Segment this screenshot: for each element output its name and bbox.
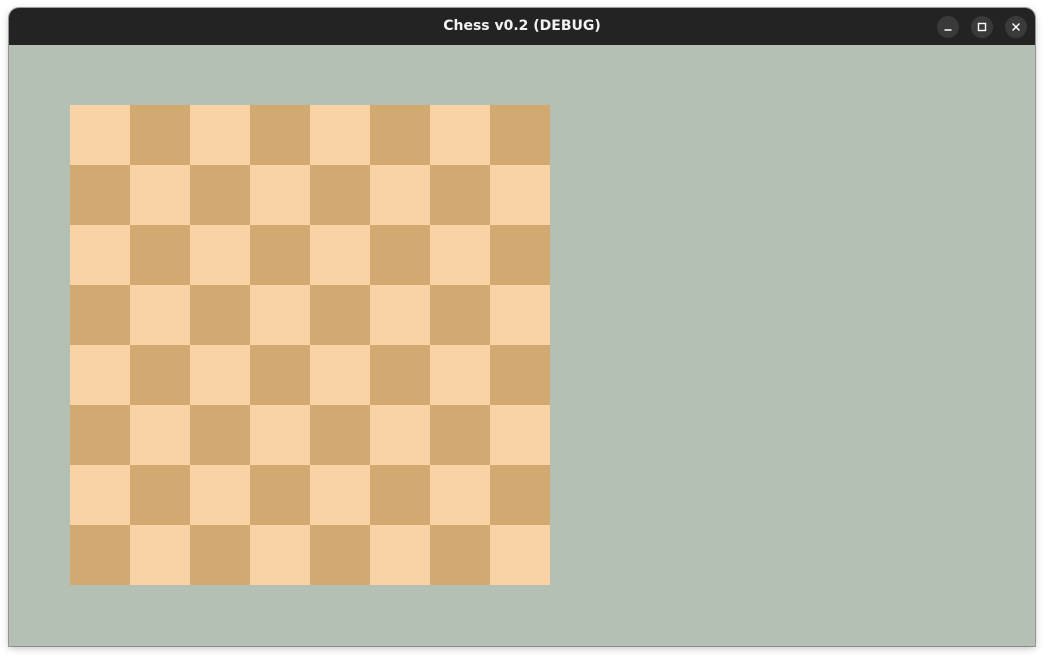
square-a5[interactable] (70, 285, 130, 345)
square-c7[interactable] (190, 165, 250, 225)
square-a8[interactable] (70, 105, 130, 165)
square-d4[interactable] (250, 345, 310, 405)
square-h3[interactable] (490, 405, 550, 465)
square-f7[interactable] (370, 165, 430, 225)
window-title: Chess v0.2 (DEBUG) (443, 18, 601, 34)
square-h4[interactable] (490, 345, 550, 405)
square-b2[interactable] (130, 465, 190, 525)
square-b6[interactable] (130, 225, 190, 285)
square-d8[interactable] (250, 105, 310, 165)
square-c4[interactable] (190, 345, 250, 405)
minimize-icon (944, 29, 952, 31)
square-c2[interactable] (190, 465, 250, 525)
square-e1[interactable] (310, 525, 370, 585)
square-e3[interactable] (310, 405, 370, 465)
close-button[interactable] (1005, 16, 1027, 38)
square-g1[interactable] (430, 525, 490, 585)
square-h1[interactable] (490, 525, 550, 585)
square-h6[interactable] (490, 225, 550, 285)
square-c1[interactable] (190, 525, 250, 585)
square-f6[interactable] (370, 225, 430, 285)
square-d2[interactable] (250, 465, 310, 525)
maximize-button[interactable] (971, 16, 993, 38)
square-a2[interactable] (70, 465, 130, 525)
square-g3[interactable] (430, 405, 490, 465)
square-g6[interactable] (430, 225, 490, 285)
chess-board[interactable] (70, 105, 550, 585)
square-e2[interactable] (310, 465, 370, 525)
square-e4[interactable] (310, 345, 370, 405)
square-e6[interactable] (310, 225, 370, 285)
square-a4[interactable] (70, 345, 130, 405)
square-g7[interactable] (430, 165, 490, 225)
square-d5[interactable] (250, 285, 310, 345)
square-f1[interactable] (370, 525, 430, 585)
square-g4[interactable] (430, 345, 490, 405)
title-bar[interactable]: Chess v0.2 (DEBUG) (9, 8, 1035, 45)
square-h8[interactable] (490, 105, 550, 165)
maximize-icon (977, 22, 987, 32)
close-icon (1012, 23, 1020, 31)
square-d6[interactable] (250, 225, 310, 285)
square-c8[interactable] (190, 105, 250, 165)
square-d7[interactable] (250, 165, 310, 225)
square-b4[interactable] (130, 345, 190, 405)
square-b1[interactable] (130, 525, 190, 585)
square-b3[interactable] (130, 405, 190, 465)
square-f2[interactable] (370, 465, 430, 525)
square-a7[interactable] (70, 165, 130, 225)
game-canvas[interactable] (9, 45, 1035, 646)
square-e5[interactable] (310, 285, 370, 345)
square-b8[interactable] (130, 105, 190, 165)
app-window: Chess v0.2 (DEBUG) (9, 8, 1035, 646)
square-g5[interactable] (430, 285, 490, 345)
square-c5[interactable] (190, 285, 250, 345)
square-b5[interactable] (130, 285, 190, 345)
square-d3[interactable] (250, 405, 310, 465)
square-d1[interactable] (250, 525, 310, 585)
square-g2[interactable] (430, 465, 490, 525)
square-a1[interactable] (70, 525, 130, 585)
square-c3[interactable] (190, 405, 250, 465)
square-e8[interactable] (310, 105, 370, 165)
square-f8[interactable] (370, 105, 430, 165)
square-h7[interactable] (490, 165, 550, 225)
square-h2[interactable] (490, 465, 550, 525)
square-c6[interactable] (190, 225, 250, 285)
square-e7[interactable] (310, 165, 370, 225)
square-a3[interactable] (70, 405, 130, 465)
minimize-button[interactable] (937, 16, 959, 38)
square-h5[interactable] (490, 285, 550, 345)
square-f3[interactable] (370, 405, 430, 465)
square-b7[interactable] (130, 165, 190, 225)
square-a6[interactable] (70, 225, 130, 285)
square-f4[interactable] (370, 345, 430, 405)
square-g8[interactable] (430, 105, 490, 165)
square-f5[interactable] (370, 285, 430, 345)
